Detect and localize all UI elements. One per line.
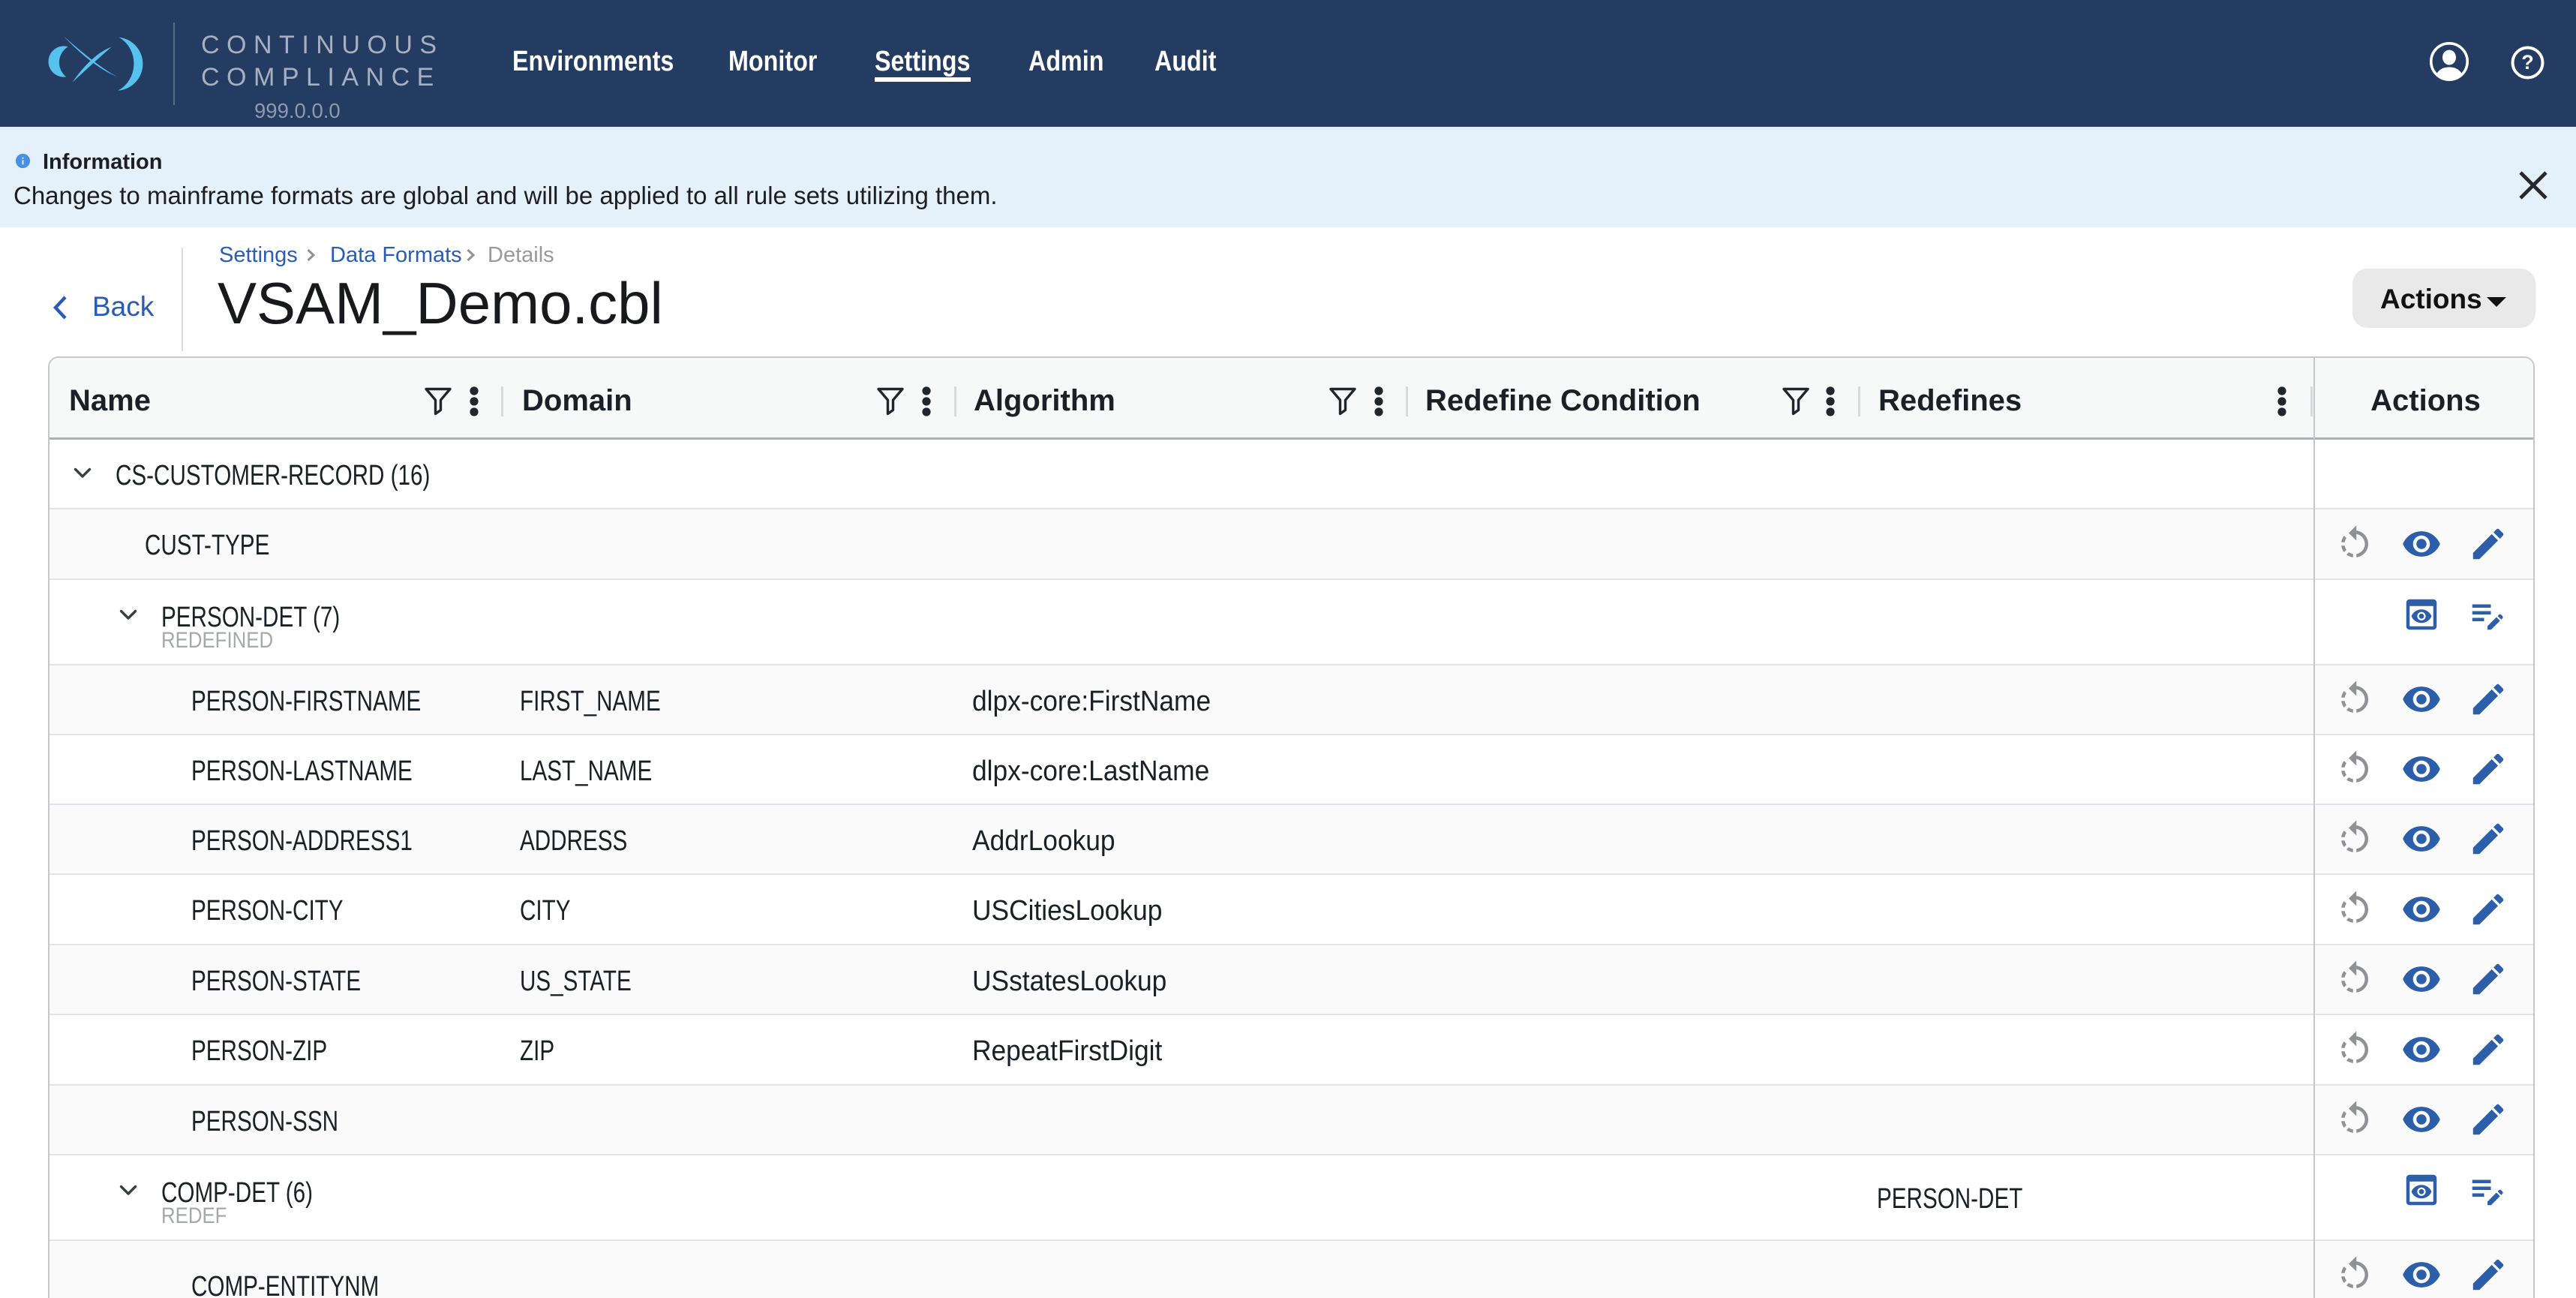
svg-text:?: ? <box>2521 51 2534 74</box>
